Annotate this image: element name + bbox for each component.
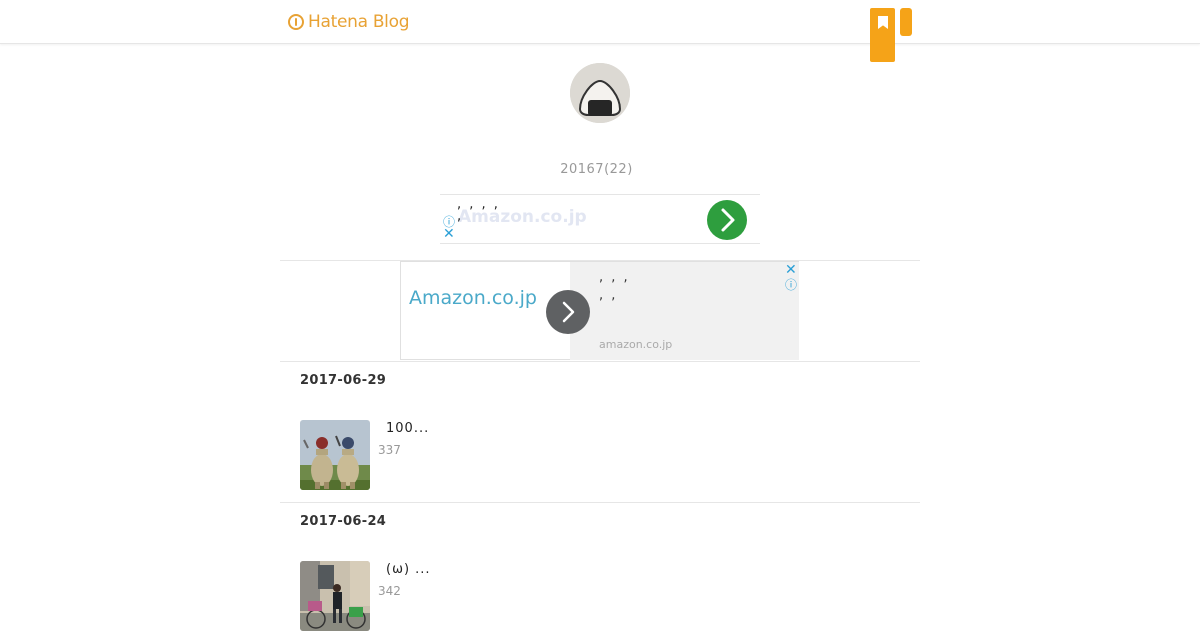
entry-title[interactable]: 100... [386,421,429,436]
info-icon[interactable]: ⓘ [785,276,797,293]
entry-date: 2017-06-24 [300,514,387,529]
logo-text: Hatena Blog [308,12,410,32]
hatena-blog-logo[interactable]: Hatena Blog [288,11,410,33]
person-bicycle-photo [300,561,370,631]
entry-thumbnail[interactable] [300,561,370,631]
ad-text-line2: , , [599,288,618,303]
site-header: Hatena Blog [0,0,1200,44]
entry-bookmark-count: 342 [378,584,401,598]
chevron-right-icon [562,301,575,323]
ad-text-line1: , , , , [457,197,500,212]
close-icon[interactable]: ✕ [443,227,455,241]
ad-text-line2: , [457,209,462,224]
ad-banner-top[interactable]: Amazon.co.jp , , , , , ⓘ ✕ [440,194,760,244]
ad-domain: amazon.co.jp [599,338,673,351]
onigiri-icon [570,63,630,123]
ad-go-button[interactable] [546,290,590,334]
archive-title: 20167(22) [560,162,633,177]
chevron-right-icon [721,208,735,232]
entry-title[interactable]: (ω) ... [386,562,431,577]
entry-bookmark-count: 337 [378,443,401,457]
ad-banner-main[interactable]: Amazon.co.jp , , , , , amazon.co.jp ✕ ⓘ [400,261,799,360]
entry-date: 2017-06-29 [300,373,387,388]
menu-button[interactable] [900,8,912,36]
ad-go-button[interactable] [707,200,747,240]
ad-text-line1: , , , [599,270,630,285]
hatena-logo-icon [288,14,304,30]
entry-thumbnail[interactable] [300,420,370,490]
statues-photo [300,420,370,490]
divider [280,502,920,503]
divider [280,361,920,362]
blog-avatar[interactable] [570,63,630,123]
ad-brand-text: Amazon.co.jp [409,287,537,309]
